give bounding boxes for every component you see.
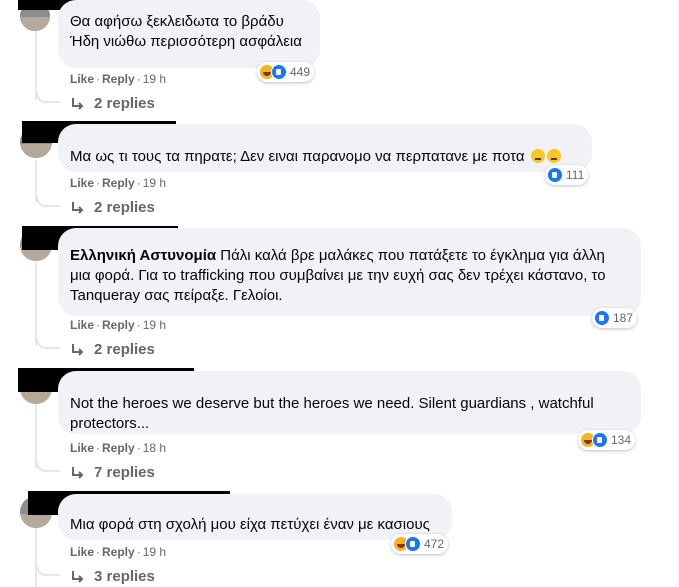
reaction-summary[interactable]: 187 [592,308,638,328]
reaction-count: 111 [566,168,585,182]
thinking-face-icon [530,149,545,163]
like-link[interactable]: Like [70,318,94,332]
view-replies-button[interactable]: 3 replies [70,568,155,585]
thread-line [35,262,37,346]
replies-label: 3 replies [94,568,155,585]
mention-link[interactable]: Ελληνική Αστυνομία [70,247,216,264]
thread-branch [36,339,60,349]
view-replies-button[interactable]: 2 replies [70,95,155,112]
reply-arrow-icon [72,201,84,214]
like-link[interactable]: Like [70,176,94,190]
reaction-summary[interactable]: 472 [391,534,449,554]
comment-actions: Like · Reply · 19 h [70,545,167,559]
comment-text-line: μια φορά. Για το trafficking που συμβαίν… [70,267,606,284]
reaction-count: 187 [613,311,634,325]
view-replies-button[interactable]: 2 replies [70,199,155,216]
like-link[interactable]: Like [70,72,94,86]
like-icon [594,310,610,326]
comment-bubble: Μια φορά στη σχολή μου είχα πετύχει έναν… [58,494,452,540]
replies-label: 2 replies [94,341,155,358]
timestamp[interactable]: 19 h [143,318,166,332]
comment-text: Μια φορά στη σχολή μου είχα πετύχει έναν… [70,516,430,533]
comment-text-line: Θα αφήσω ξεκλειδωτα το βράδυ [70,13,284,30]
reaction-summary[interactable]: 134 [578,430,636,450]
like-link[interactable]: Like [70,441,94,455]
like-icon [271,64,287,80]
reply-arrow-icon [72,466,84,479]
comment-text-line: Tanqueray σας πείραξε. Γελοίοι. [70,287,283,304]
comment-actions: Like · Reply · 18 h [70,441,167,455]
grimacing-face-icon [546,149,561,163]
comment-bubble: Μα ως τι τους τα πηρατε; Δεν ειναι παραν… [58,124,592,172]
like-icon [592,432,608,448]
like-icon [405,536,421,552]
comment-text-content: Μα ως τι τους τα πηρατε; Δεν ειναι παραν… [70,148,525,165]
comment-text: Μα ως τι τους τα πηρατε; Δεν ειναι παραν… [70,147,580,167]
thread-line [35,160,37,202]
reply-link[interactable]: Reply [102,545,135,559]
thread-branch [36,566,60,576]
comment-bubble: Ελληνική Αστυνομία Πάλι καλά βρε μαλάκες… [58,228,641,316]
comment-actions: Like · Reply · 19 h [70,318,167,332]
thread-line [35,527,37,587]
comment-actions: Like · Reply · 19 h [70,72,167,86]
comment-bubble: Θα αφήσω ξεκλειδωτα το βράδυ Ήδη νιώθω π… [58,0,320,68]
reaction-count: 472 [424,537,445,551]
view-replies-button[interactable]: 2 replies [70,341,155,358]
view-replies-button[interactable]: 7 replies [70,464,155,481]
like-link[interactable]: Like [70,545,94,559]
thread-line [35,404,37,468]
thread-branch [36,462,60,472]
reply-arrow-icon [72,343,84,356]
comment-actions: Like · Reply · 19 h [70,176,167,190]
thread-branch [36,93,60,103]
replies-label: 7 replies [94,464,155,481]
reaction-summary[interactable]: 111 [545,165,589,185]
comment-bubble: Not the heroes we deserve but the heroes… [58,371,641,434]
reply-link[interactable]: Reply [102,72,135,86]
thread-branch [36,197,60,207]
timestamp[interactable]: 19 h [143,176,166,190]
comment-text-line: Not the heroes we deserve but the heroes… [70,395,594,412]
reply-arrow-icon [72,97,84,110]
comment-text-line: protectors... [70,415,150,432]
timestamp[interactable]: 18 h [143,441,166,455]
comment-text-line: Ελληνική Αστυνομία Πάλι καλά βρε μαλάκες… [70,246,629,266]
reply-arrow-icon [72,570,84,583]
reply-link[interactable]: Reply [102,176,135,190]
comment-text-content: Πάλι καλά βρε μαλάκες που πατάξετε το έγ… [216,247,605,264]
reply-link[interactable]: Reply [102,318,135,332]
reaction-count: 449 [290,65,311,79]
reaction-count: 134 [611,433,632,447]
replies-label: 2 replies [94,199,155,216]
comment-text-line: Ήδη νιώθω περισσότερη ασφάλεια [70,33,302,50]
timestamp[interactable]: 19 h [143,72,166,86]
reaction-summary[interactable]: 449 [257,62,315,82]
reply-link[interactable]: Reply [102,441,135,455]
timestamp[interactable]: 19 h [143,545,166,559]
like-icon [547,167,563,183]
replies-label: 2 replies [94,95,155,112]
